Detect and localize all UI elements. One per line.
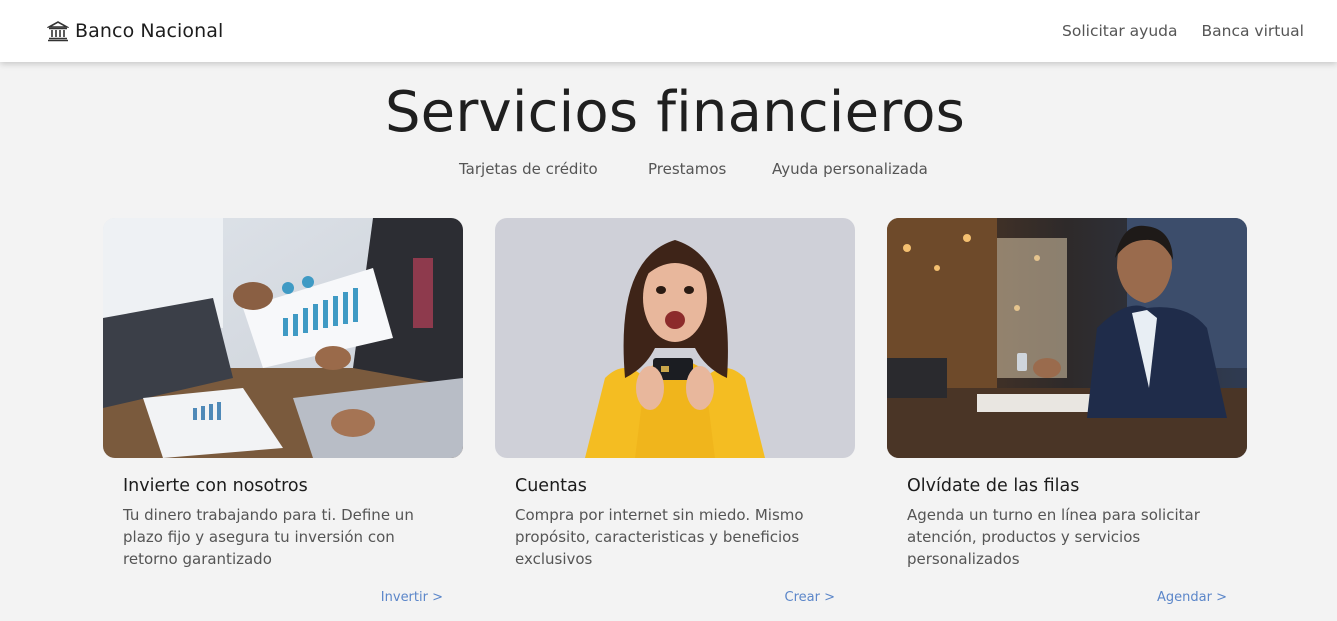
nav-link-banca-virtual[interactable]: Banca virtual: [1202, 22, 1304, 40]
business-meeting-image: [103, 218, 463, 458]
card-title: Cuentas: [515, 476, 587, 496]
crear-link[interactable]: Crear >: [785, 590, 835, 605]
sub-link-tarjetas[interactable]: Tarjetas de crédito: [459, 160, 598, 178]
card-title: Invierte con nosotros: [123, 476, 308, 496]
sub-link-ayuda[interactable]: Ayuda personalizada: [772, 160, 928, 178]
top-nav: Solicitar ayuda Banca virtual: [1062, 22, 1304, 40]
nav-link-solicitar-ayuda[interactable]: Solicitar ayuda: [1062, 22, 1177, 40]
card-text: Tu dinero trabajando para ti. Define un …: [123, 506, 414, 568]
card-invierte: Invierte con nosotros Tu dinero trabajan…: [103, 218, 463, 613]
bank-icon: [47, 20, 69, 42]
brand[interactable]: Banco Nacional: [47, 20, 223, 42]
card-text: Compra por internet sin miedo. Mismo pro…: [515, 506, 804, 568]
brand-name: Banco Nacional: [75, 20, 224, 42]
page-title: Servicios financieros: [384, 80, 966, 145]
sub-link-prestamos[interactable]: Prestamos: [648, 160, 726, 178]
card-title: Olvídate de las filas: [907, 476, 1080, 496]
card-filas: Olvídate de las filas Agenda un turno en…: [887, 218, 1247, 613]
invertir-link[interactable]: Invertir >: [381, 590, 443, 605]
card-text: Agenda un turno en línea para solicitar …: [907, 506, 1200, 568]
woman-with-card-image: [495, 218, 855, 458]
navbar: Banco Nacional Solicitar ayuda Banca vir…: [0, 0, 1337, 62]
card-cuentas: Cuentas Compra por internet sin miedo. M…: [495, 218, 855, 613]
agendar-link[interactable]: Agendar >: [1157, 590, 1227, 605]
man-with-phone-image: [887, 218, 1247, 458]
